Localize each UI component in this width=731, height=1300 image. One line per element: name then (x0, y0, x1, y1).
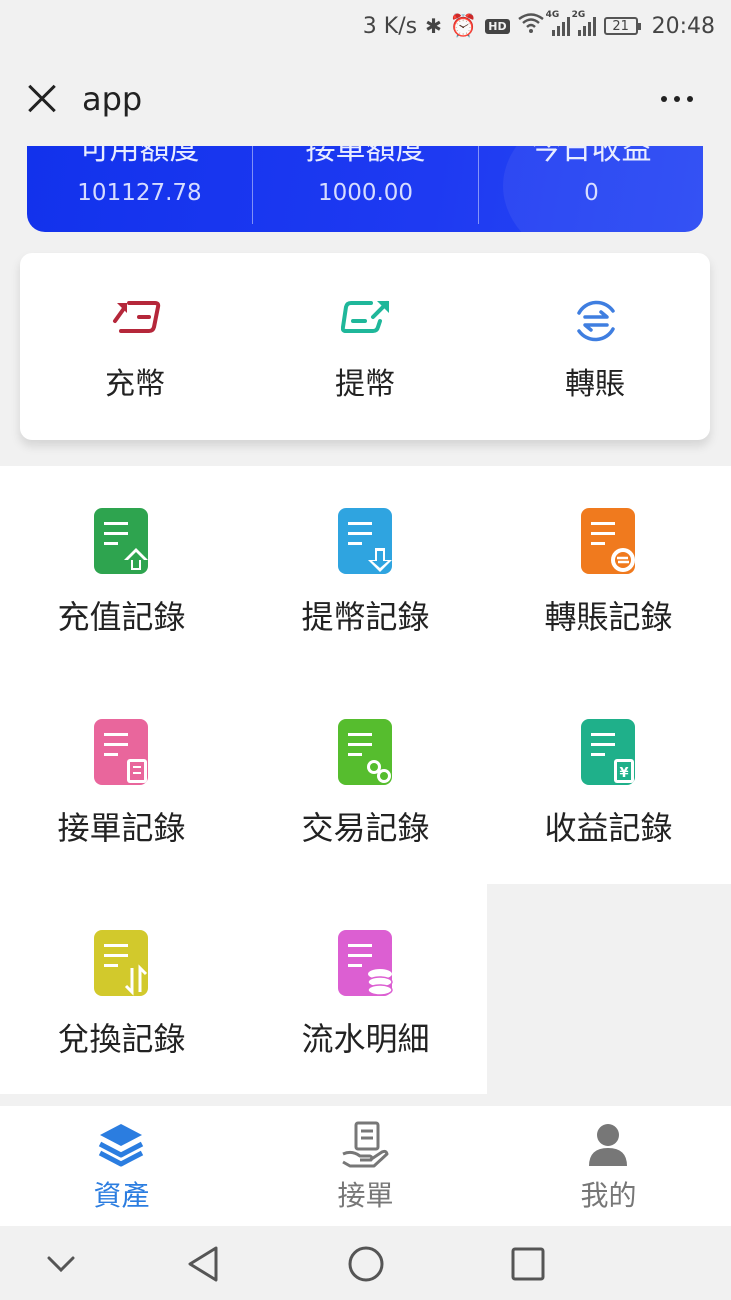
transfer-record-tile[interactable]: 轉賬記錄 (487, 466, 730, 677)
exchange-record-tile[interactable]: 兌換記錄 (0, 888, 243, 1099)
ledger-detail-tile[interactable]: 流水明細 (244, 888, 487, 1099)
battery-icon: 21 (603, 17, 641, 35)
income-record-tile[interactable]: ¥ 收益記錄 (487, 677, 730, 888)
deposit-button[interactable]: 充幣 (20, 253, 250, 440)
more-options-icon[interactable] (661, 96, 693, 102)
withdraw-record-tile[interactable]: 提幣記錄 (244, 466, 487, 677)
order-record-label: 接單記錄 (57, 809, 186, 847)
alarm-icon: ⏰ (449, 13, 478, 39)
tab-assets-label: 資產 (93, 1179, 150, 1212)
stat-label: 今日收益 (531, 146, 652, 167)
income-record-label: 收益記錄 (544, 809, 673, 847)
tab-orders-label: 接單 (337, 1179, 394, 1212)
order-quota-stat: 接單額度 1000.00 (253, 146, 478, 232)
hd-badge: HD (485, 18, 510, 34)
chevron-down-icon[interactable] (44, 1244, 78, 1288)
bottom-nav: 資產 接單 我的 (0, 1106, 731, 1226)
system-nav-bar (0, 1226, 731, 1300)
clock: 20:48 (651, 13, 715, 39)
available-quota-stat: 可用額度 101127.78 (27, 146, 252, 232)
transfer-button[interactable]: 轉賬 (480, 253, 710, 440)
withdraw-button[interactable]: 提幣 (250, 253, 480, 440)
assets-page: 可用額度 101127.78 接單額度 1000.00 今日收益 0 充幣 提幣… (0, 146, 731, 1106)
trade-record-tile[interactable]: 交易記錄 (244, 677, 487, 888)
hand-receipt-icon (342, 1121, 389, 1168)
withdraw-record-icon (338, 508, 392, 574)
order-record-tile[interactable]: 接單記錄 (0, 677, 243, 888)
home-icon[interactable] (346, 1244, 386, 1288)
page-title: app (82, 80, 143, 118)
tab-orders[interactable]: 接單 (244, 1106, 487, 1226)
exchange-record-icon (94, 930, 148, 996)
back-icon[interactable] (184, 1244, 224, 1288)
trade-record-label: 交易記錄 (301, 809, 430, 847)
app-bar: app (0, 52, 731, 146)
withdraw-label: 提幣 (335, 367, 395, 402)
bluetooth-icon: ✱ (425, 14, 442, 38)
stat-label: 接單額度 (305, 146, 426, 167)
stat-label: 可用額度 (79, 146, 200, 167)
tab-mine[interactable]: 我的 (487, 1106, 730, 1226)
exchange-record-label: 兌換記錄 (57, 1020, 186, 1058)
deposit-label: 充幣 (105, 367, 165, 402)
layers-icon (98, 1124, 144, 1167)
balance-summary-card: 可用額度 101127.78 接單額度 1000.00 今日收益 0 (27, 146, 703, 232)
records-grid: 充值記錄 提幣記錄 轉賬記錄 接單記錄 交易記錄 ¥ 收益記錄 兌換記錄 流水明… (0, 466, 731, 1096)
tab-mine-label: 我的 (580, 1179, 637, 1212)
transfer-icon (577, 300, 615, 342)
stat-value: 101127.78 (77, 180, 202, 206)
ledger-detail-icon (338, 930, 393, 996)
svg-text:¥: ¥ (619, 766, 628, 781)
withdraw-record-label: 提幣記錄 (301, 598, 430, 636)
quick-actions-card: 充幣 提幣 轉賬 (20, 253, 710, 440)
recharge-record-tile[interactable]: 充值記錄 (0, 466, 243, 677)
deposit-icon (113, 301, 161, 333)
recharge-record-label: 充值記錄 (57, 598, 186, 636)
ledger-detail-label: 流水明細 (301, 1020, 430, 1058)
trade-record-icon (338, 719, 392, 785)
withdraw-icon (341, 301, 389, 333)
order-record-icon (94, 719, 148, 785)
user-icon (589, 1124, 627, 1166)
tab-assets[interactable]: 資產 (0, 1106, 243, 1226)
recent-apps-icon[interactable] (508, 1244, 548, 1288)
stat-value: 0 (584, 180, 599, 206)
close-icon[interactable] (22, 79, 62, 119)
transfer-label: 轉賬 (565, 367, 625, 402)
signal-4g-icon: 4G (546, 10, 570, 36)
income-record-icon: ¥ (581, 719, 635, 785)
network-speed: 3 K/s (362, 13, 418, 39)
recharge-record-icon (94, 508, 148, 574)
transfer-record-label: 轉賬記錄 (544, 598, 673, 636)
signal-2g-icon: 2G (572, 10, 596, 36)
today-income-stat: 今日收益 0 (479, 146, 703, 232)
transfer-record-icon (581, 508, 635, 574)
stat-value: 1000.00 (317, 180, 414, 206)
status-bar: 3 K/s ✱ ⏰ HD 4G 2G 21 20:48 (0, 0, 731, 52)
wifi-icon (517, 13, 544, 39)
